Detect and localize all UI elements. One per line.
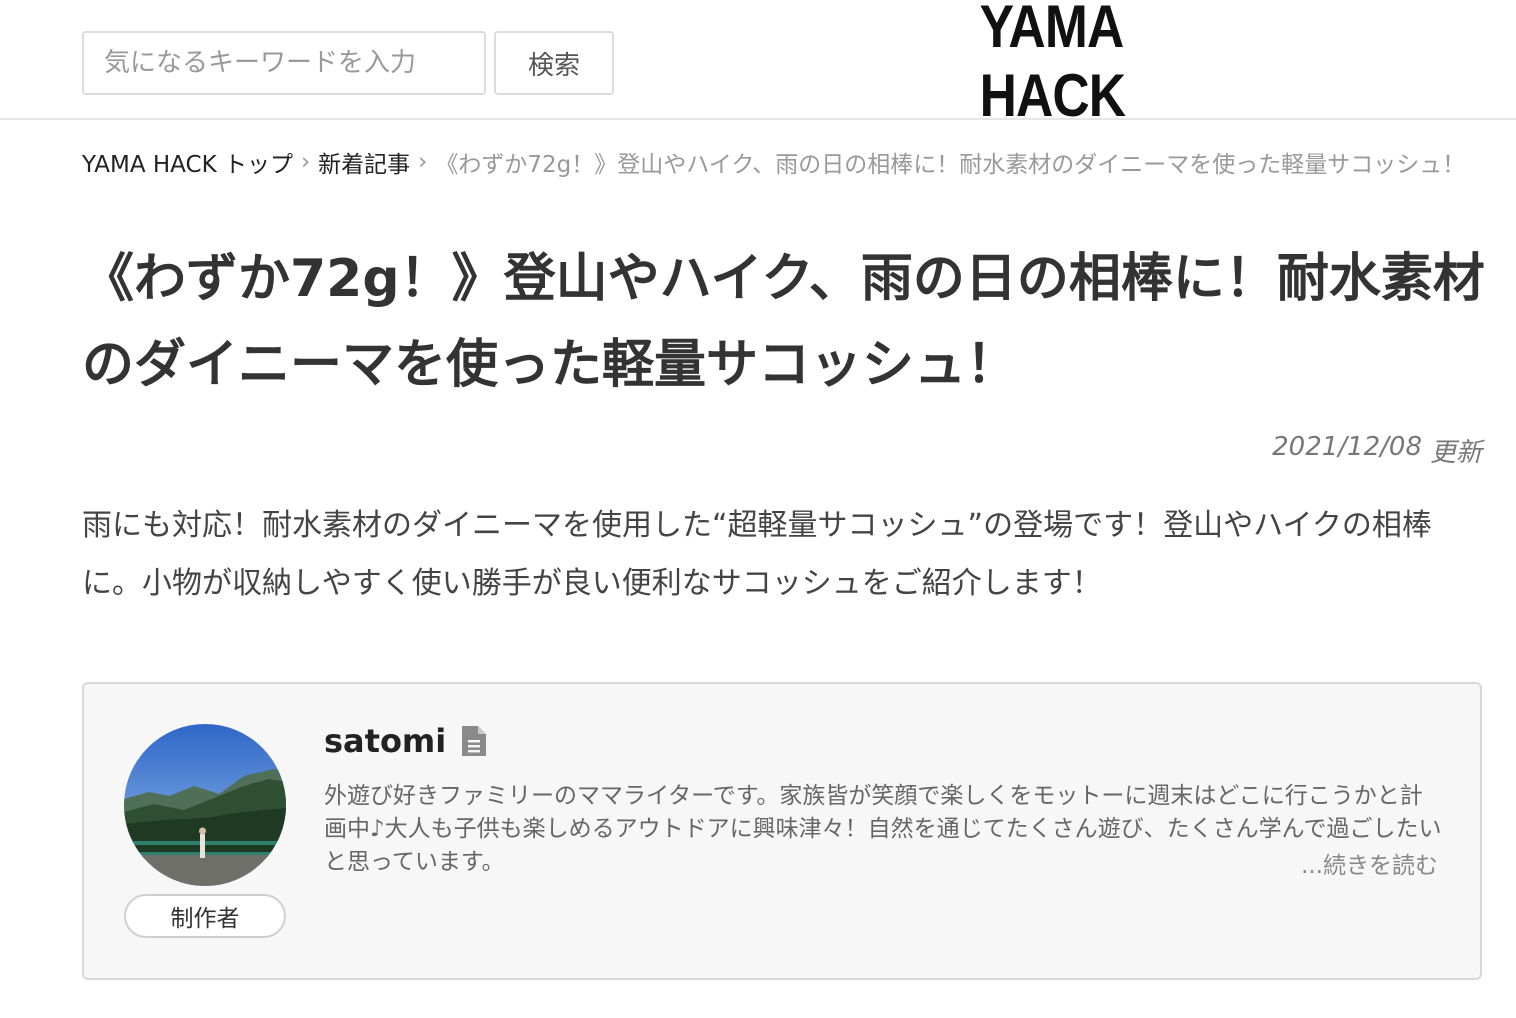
document-icon[interactable] bbox=[460, 724, 488, 758]
author-name[interactable]: satomi bbox=[324, 722, 446, 760]
update-date-value: 2021/12/08 bbox=[1272, 432, 1422, 462]
update-date-label: 更新 bbox=[1429, 438, 1482, 468]
breadcrumb-item-new-articles[interactable]: 新着記事 bbox=[318, 145, 410, 179]
breadcrumb-current: 《わずか72g！》登山やハイク、雨の日の相棒に！耐水素材のダイニーマを使った軽量… bbox=[435, 152, 1466, 178]
author-bio: 外遊び好きファミリーのママライターです。家族皆が笑顔で楽しくをモットーに週末はど… bbox=[324, 783, 1442, 875]
breadcrumb-separator: › bbox=[418, 149, 428, 175]
site-logo[interactable]: YAMA HACK bbox=[980, 0, 1221, 129]
avatar-photo bbox=[124, 724, 286, 886]
breadcrumb-separator: › bbox=[300, 149, 311, 175]
breadcrumb: YAMA HACK トップ › 新着記事 › 《わずか72g！》登山やハイク、雨… bbox=[82, 142, 1512, 182]
role-badge: 制作者 bbox=[124, 894, 286, 938]
breadcrumb-item-top[interactable]: YAMA HACK トップ bbox=[82, 145, 293, 179]
author-name-row: satomi bbox=[324, 722, 488, 760]
article-title: 《わずか72g！》登山やハイク、雨の日の相棒に！耐水素材のダイニーマを使った軽量… bbox=[82, 249, 1485, 395]
article-lead: 雨にも対応！耐水素材のダイニーマを使用した“超軽量サコッシュ”の登場です！登山や… bbox=[82, 508, 1432, 601]
search-input[interactable] bbox=[82, 31, 486, 95]
update-date: 2021/12/08 更新 bbox=[1272, 432, 1482, 469]
read-more-link[interactable]: ...続きを読む bbox=[1301, 846, 1438, 880]
search-button[interactable]: 検索 bbox=[494, 31, 614, 95]
site-header: 検索 YAMA HACK bbox=[0, 0, 1516, 129]
author-card: 制作者 satomi 外遊び好きファミリーのママライターです。家族皆が笑顔で楽し… bbox=[82, 682, 1482, 980]
author-avatar[interactable] bbox=[124, 724, 286, 886]
